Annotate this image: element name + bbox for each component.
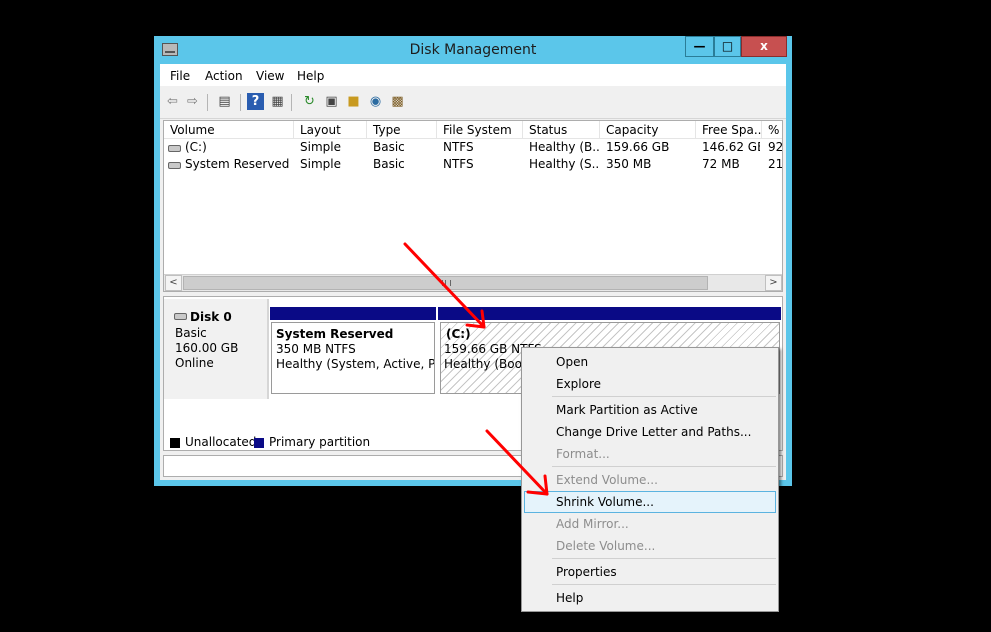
annotation-overlay: [403, 242, 549, 496]
annotation-arrow-to-c-partition: [403, 242, 486, 329]
annotation-arrow-to-shrink-volume: [485, 429, 549, 496]
